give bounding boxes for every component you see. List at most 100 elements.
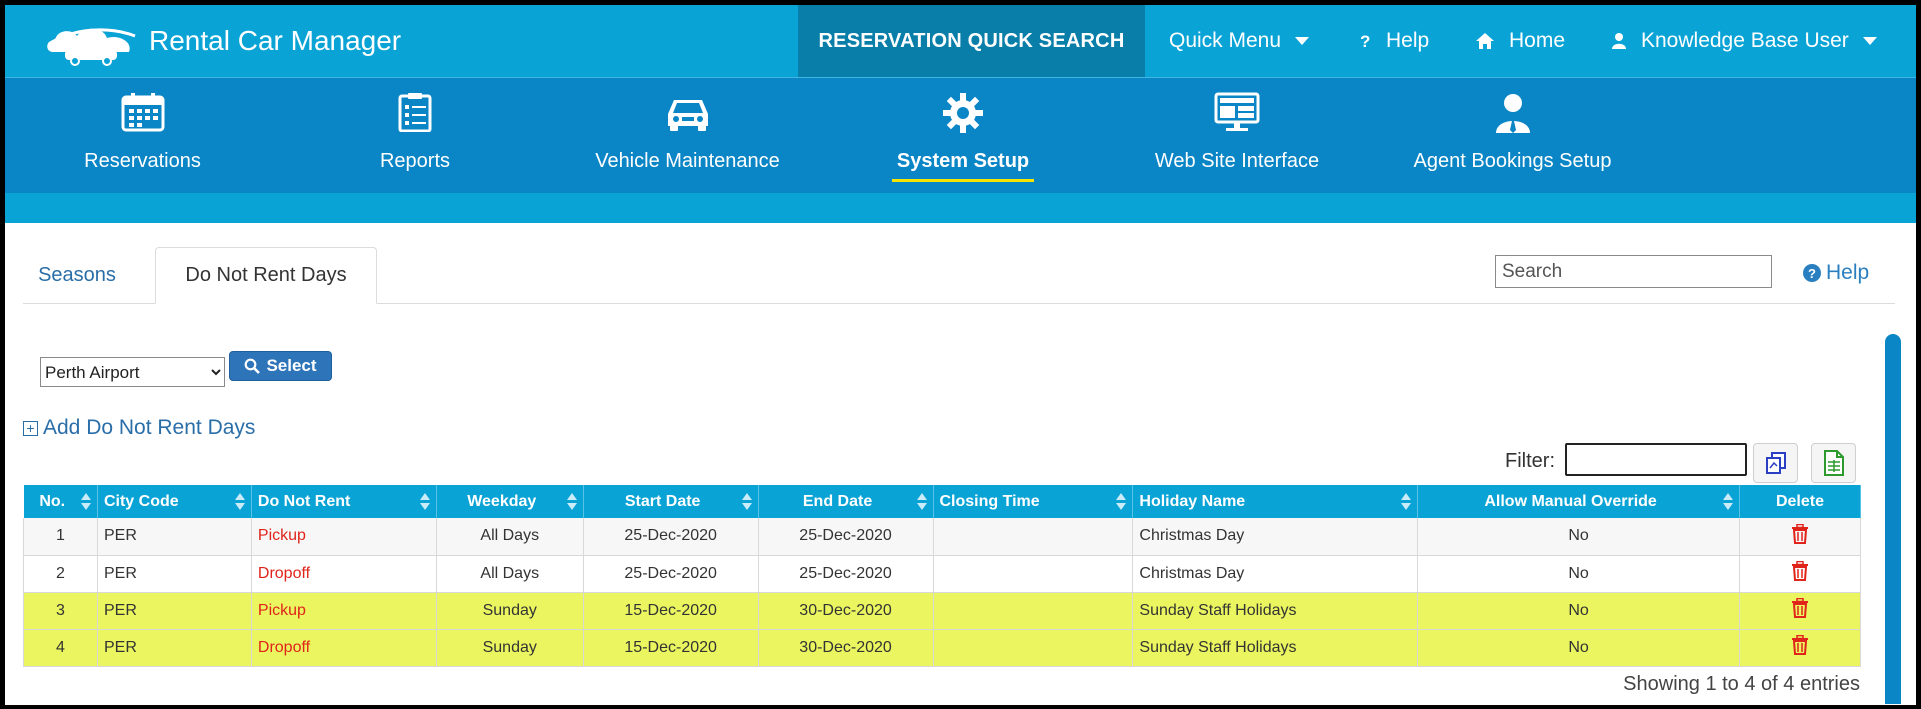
user-icon [1611, 32, 1627, 50]
cell-start-date: 25-Dec-2020 [583, 555, 759, 593]
tab-do-not-rent-days[interactable]: Do Not Rent Days [155, 247, 377, 304]
gear-icon [887, 92, 1039, 142]
export-button[interactable] [1811, 443, 1856, 483]
cell-delete [1739, 555, 1862, 593]
table-header-row: No. City Code Do Not Rent Weekday Start … [23, 485, 1862, 518]
filter-label: Filter: [1505, 450, 1555, 472]
user-menu-dropdown[interactable]: Knowledge Base User [1611, 5, 1877, 77]
delete-row-button[interactable] [1791, 597, 1809, 623]
table-row[interactable]: 1 PER Pickup All Days 25-Dec-2020 25-Dec-2020… [23, 518, 1862, 556]
cell-delete [1739, 629, 1862, 667]
search-icon [245, 358, 261, 374]
cell-closing-time [933, 592, 1134, 630]
cell-allow-manual-override: No [1417, 629, 1740, 667]
cell-allow-manual-override: No [1417, 592, 1740, 630]
col-closing-time[interactable]: Closing Time [933, 485, 1134, 518]
nav-agent-bookings-setup-label: Agent Bookings Setup [1413, 150, 1612, 172]
search-input[interactable] [1495, 255, 1772, 288]
app-window: Rental Car Manager RESERVATION QUICK SEA… [5, 5, 1916, 705]
col-end-date[interactable]: End Date [758, 485, 934, 518]
main-nav: Reservations Reports Vehicle Maintenance… [5, 77, 1916, 193]
home-top-link[interactable]: Home [1475, 5, 1565, 77]
trash-icon [1791, 523, 1809, 548]
reservation-quick-search-button[interactable]: RESERVATION QUICK SEARCH [798, 5, 1145, 77]
table-row[interactable]: 4 PER Dropoff Sunday 15-Dec-2020 30-Dec-2020 S… [23, 629, 1862, 667]
cell-closing-time [933, 629, 1134, 667]
question-icon: ? [1803, 264, 1821, 282]
content-panel: Seasons Do Not Rent Days ? Help Perth Ai… [5, 223, 1916, 705]
col-allow-manual-override-label: Allow Manual Override [1484, 492, 1657, 510]
cell-city-code: PER [97, 518, 252, 556]
cell-weekday: Sunday [436, 592, 584, 630]
table-row[interactable]: 2 PER Dropoff All Days 25-Dec-2020 25-Dec-202… [23, 555, 1862, 593]
cell-allow-manual-override: No [1417, 518, 1740, 556]
col-holiday-name[interactable]: Holiday Name [1132, 485, 1419, 518]
app-title: Rental Car Manager [149, 25, 402, 56]
col-start-date[interactable]: Start Date [583, 485, 759, 518]
monitor-icon [1147, 92, 1327, 142]
spreadsheet-icon [1823, 450, 1844, 476]
nav-system-setup-label: System Setup [896, 150, 1030, 172]
trash-icon [1791, 560, 1809, 585]
question-icon: ? [1358, 32, 1372, 50]
table-info: Showing 1 to 4 of 4 entries [1623, 673, 1860, 695]
cell-start-date: 25-Dec-2020 [583, 518, 759, 556]
add-do-not-rent-days-link[interactable]: + Add Do Not Rent Days [23, 416, 255, 440]
cell-closing-time [933, 518, 1134, 556]
nav-web-site-interface[interactable]: Web Site Interface [1147, 92, 1327, 192]
filter-input[interactable] [1565, 443, 1747, 476]
quick-menu-dropdown[interactable]: Quick Menu [1169, 5, 1310, 77]
col-weekday[interactable]: Weekday [436, 485, 584, 518]
col-city-code[interactable]: City Code [97, 485, 252, 518]
help-link[interactable]: ? Help [1803, 261, 1869, 285]
col-allow-manual-override[interactable]: Allow Manual Override [1417, 485, 1740, 518]
cell-weekday: All Days [436, 555, 584, 593]
select-button[interactable]: Select [229, 351, 332, 381]
cell-delete [1739, 592, 1862, 630]
col-city-code-label: City Code [103, 492, 179, 510]
chevron-down-icon [1862, 37, 1877, 45]
location-select[interactable]: Perth Airport [40, 357, 225, 387]
nav-vehicle-maintenance-label: Vehicle Maintenance [595, 150, 780, 172]
cell-city-code: PER [97, 629, 252, 667]
col-delete: Delete [1739, 485, 1862, 518]
nav-reservations[interactable]: Reservations [70, 92, 215, 192]
chevron-down-icon [1295, 37, 1310, 45]
tab-seasons[interactable]: Seasons [23, 247, 131, 304]
calendar-icon [70, 92, 215, 142]
cell-holiday-name: Christmas Day [1132, 555, 1419, 593]
nav-system-setup[interactable]: System Setup [887, 92, 1039, 192]
nav-agent-bookings-setup[interactable]: Agent Bookings Setup [1405, 92, 1620, 192]
col-no-label: No. [39, 492, 66, 510]
vertical-scrollbar[interactable] [1885, 334, 1901, 704]
cell-start-date: 15-Dec-2020 [583, 629, 759, 667]
nav-vehicle-maintenance[interactable]: Vehicle Maintenance [590, 92, 785, 192]
do-not-rent-table: No. City Code Do Not Rent Weekday Start … [23, 485, 1862, 667]
table-row[interactable]: 3 PER Pickup Sunday 15-Dec-2020 30-Dec-2020 Su… [23, 592, 1862, 630]
cell-no: 2 [23, 555, 98, 593]
col-start-date-label: Start Date [624, 492, 701, 510]
cell-end-date: 25-Dec-2020 [758, 518, 934, 556]
window-frame: Rental Car Manager RESERVATION QUICK SEA… [0, 0, 1921, 709]
delete-row-button[interactable] [1791, 560, 1809, 586]
plus-square-icon: + [23, 420, 38, 436]
delete-row-button[interactable] [1791, 523, 1809, 549]
cell-do-not-rent: Pickup [251, 518, 437, 556]
delete-row-button[interactable] [1791, 634, 1809, 660]
help-link-label: Help [1826, 261, 1870, 284]
trash-icon [1791, 597, 1809, 622]
car-cloud-logo [47, 28, 136, 66]
cell-holiday-name: Sunday Staff Holidays [1132, 592, 1419, 630]
nav-web-site-interface-label: Web Site Interface [1154, 150, 1320, 172]
col-do-not-rent[interactable]: Do Not Rent [251, 485, 437, 518]
select-button-label: Select [266, 356, 317, 375]
cell-no: 4 [23, 629, 98, 667]
help-top-link[interactable]: ? Help [1358, 5, 1429, 77]
col-no[interactable]: No. [23, 485, 98, 518]
add-link-label: Add Do Not Rent Days [43, 416, 256, 439]
copy-button[interactable] [1753, 443, 1798, 483]
copy-icon [1765, 452, 1786, 474]
nav-reports[interactable]: Reports [365, 92, 465, 192]
cell-do-not-rent: Pickup [251, 592, 437, 630]
col-holiday-name-label: Holiday Name [1139, 492, 1246, 510]
